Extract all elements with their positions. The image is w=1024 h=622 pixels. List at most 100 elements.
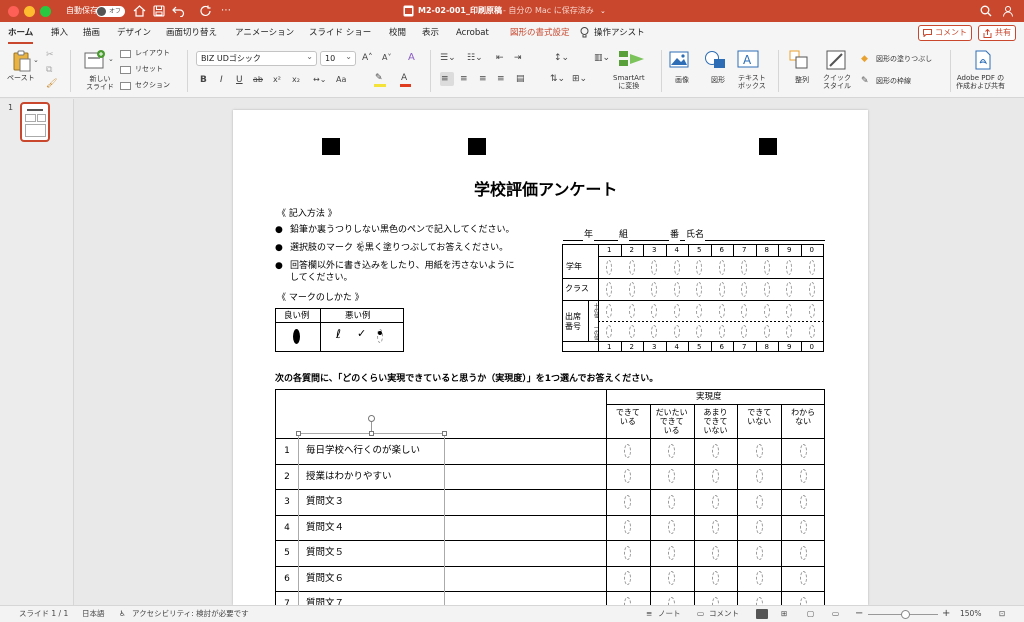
- new-slide-icon[interactable]: [84, 50, 106, 70]
- mark-oval[interactable]: [763, 324, 770, 338]
- answer-oval[interactable]: [712, 571, 719, 585]
- tab-home[interactable]: ホーム: [8, 22, 34, 44]
- mark-oval[interactable]: [696, 324, 703, 338]
- text-direction-icon[interactable]: ⇅⌄: [550, 73, 565, 85]
- zoom-window-button[interactable]: [40, 6, 51, 17]
- tab-transitions[interactable]: 画面切り替え: [166, 22, 217, 44]
- answer-oval[interactable]: [712, 494, 719, 509]
- font-name-select[interactable]: BIZ UDゴシック: [196, 50, 317, 66]
- adobe-pdf-icon[interactable]: [974, 50, 992, 70]
- layout-button[interactable]: レイアウト: [135, 49, 170, 58]
- mark-oval[interactable]: [673, 281, 680, 297]
- mark-oval[interactable]: [628, 281, 635, 297]
- mark-oval[interactable]: [786, 303, 793, 318]
- strikethrough-button[interactable]: ab: [253, 74, 263, 86]
- selected-textbox[interactable]: [296, 415, 447, 605]
- mark-oval[interactable]: [606, 259, 613, 275]
- bullets-icon[interactable]: ☰⌄: [440, 52, 456, 64]
- more-commands[interactable]: ⋯: [221, 0, 231, 22]
- mark-oval[interactable]: [763, 259, 770, 275]
- answer-oval[interactable]: [712, 596, 719, 605]
- tab-design[interactable]: デザイン: [117, 22, 151, 44]
- mark-oval[interactable]: [628, 259, 635, 275]
- align-text-icon[interactable]: ⊞⌄: [572, 73, 587, 85]
- answer-oval[interactable]: [624, 443, 632, 458]
- mark-oval[interactable]: [808, 324, 815, 338]
- underline-button[interactable]: U: [236, 74, 243, 86]
- bold-button[interactable]: B: [200, 74, 207, 86]
- mark-oval[interactable]: [808, 259, 815, 275]
- paste-dropdown-icon[interactable]: ⌄: [33, 54, 39, 66]
- answer-oval[interactable]: [799, 520, 807, 534]
- answer-oval[interactable]: [668, 494, 676, 509]
- answer-oval[interactable]: [799, 494, 807, 509]
- columns-icon[interactable]: ▥⌄: [594, 52, 610, 64]
- mark-oval[interactable]: [651, 259, 658, 275]
- answer-oval[interactable]: [712, 469, 719, 483]
- numbering-icon[interactable]: ☷⌄: [467, 52, 483, 64]
- mark-oval[interactable]: [696, 281, 703, 297]
- copy-icon[interactable]: ⧉: [46, 64, 52, 76]
- increase-indent-icon[interactable]: ⇥: [514, 52, 522, 64]
- tab-acrobat[interactable]: Acrobat: [456, 22, 489, 44]
- highlight-color-button[interactable]: ✎: [374, 73, 386, 87]
- home-icon[interactable]: [133, 5, 146, 17]
- answer-oval[interactable]: [755, 545, 763, 560]
- new-slide-dropdown-icon[interactable]: ⌄: [108, 53, 114, 65]
- answer-oval[interactable]: [668, 571, 676, 585]
- zoom-slider-thumb[interactable]: [901, 610, 910, 619]
- subscript-button[interactable]: x₂: [292, 74, 300, 86]
- clear-format-icon[interactable]: A: [408, 52, 415, 64]
- mark-oval[interactable]: [718, 303, 725, 318]
- mark-oval[interactable]: [673, 303, 680, 318]
- quick-styles-icon[interactable]: [826, 50, 846, 70]
- zoom-out-icon[interactable]: −: [855, 606, 863, 622]
- tab-slideshow[interactable]: スライド ショー: [309, 22, 371, 44]
- answer-oval[interactable]: [799, 469, 807, 483]
- answer-oval[interactable]: [668, 596, 676, 605]
- shape-outline-icon[interactable]: ✎: [861, 75, 869, 87]
- mark-oval[interactable]: [741, 303, 748, 318]
- answer-oval[interactable]: [624, 494, 632, 509]
- answer-oval[interactable]: [755, 469, 763, 483]
- user-icon[interactable]: [1002, 5, 1014, 17]
- mark-oval[interactable]: [718, 281, 725, 297]
- comments-status-button[interactable]: コメント: [709, 606, 739, 622]
- answer-oval[interactable]: [712, 520, 719, 534]
- answer-oval[interactable]: [668, 545, 676, 560]
- answer-oval[interactable]: [624, 545, 632, 560]
- decrease-indent-icon[interactable]: ⇤: [496, 52, 504, 64]
- tab-animations[interactable]: アニメーション: [235, 22, 294, 44]
- mark-oval[interactable]: [808, 303, 815, 318]
- textbox-icon[interactable]: A: [737, 50, 759, 68]
- mark-oval[interactable]: [628, 303, 635, 318]
- answer-oval[interactable]: [624, 469, 632, 483]
- reading-view-icon[interactable]: ▢: [807, 606, 814, 622]
- mark-oval[interactable]: [673, 324, 680, 338]
- arrange-icon[interactable]: [789, 50, 809, 70]
- answer-oval[interactable]: [624, 571, 632, 585]
- align-center-icon[interactable]: ≡: [460, 73, 468, 85]
- answer-oval[interactable]: [668, 520, 676, 534]
- mark-oval[interactable]: [696, 303, 703, 318]
- fit-to-window-icon[interactable]: ⊡: [999, 606, 1005, 622]
- tab-shape-format[interactable]: 図形の書式設定: [510, 22, 570, 44]
- mark-oval[interactable]: [763, 281, 770, 297]
- slideshow-icon[interactable]: ▭: [832, 606, 839, 622]
- font-color-button[interactable]: A: [400, 73, 411, 87]
- save-icon[interactable]: [153, 5, 165, 17]
- tell-me-search[interactable]: 操作アシスト: [594, 22, 645, 44]
- answer-oval[interactable]: [799, 443, 807, 458]
- mark-oval[interactable]: [673, 259, 680, 275]
- justify-icon[interactable]: ≡: [497, 73, 505, 85]
- superscript-button[interactable]: x²: [273, 74, 281, 86]
- tab-view[interactable]: 表示: [422, 22, 439, 44]
- shapes-icon[interactable]: [704, 50, 726, 69]
- close-window-button[interactable]: [8, 6, 19, 17]
- mark-oval[interactable]: [808, 281, 815, 297]
- mark-oval[interactable]: [718, 259, 725, 275]
- section-button[interactable]: セクション: [135, 81, 170, 90]
- accessibility-status[interactable]: アクセシビリティ: 検討が必要です: [132, 606, 249, 622]
- mark-oval[interactable]: [606, 324, 613, 338]
- answer-oval[interactable]: [668, 469, 676, 483]
